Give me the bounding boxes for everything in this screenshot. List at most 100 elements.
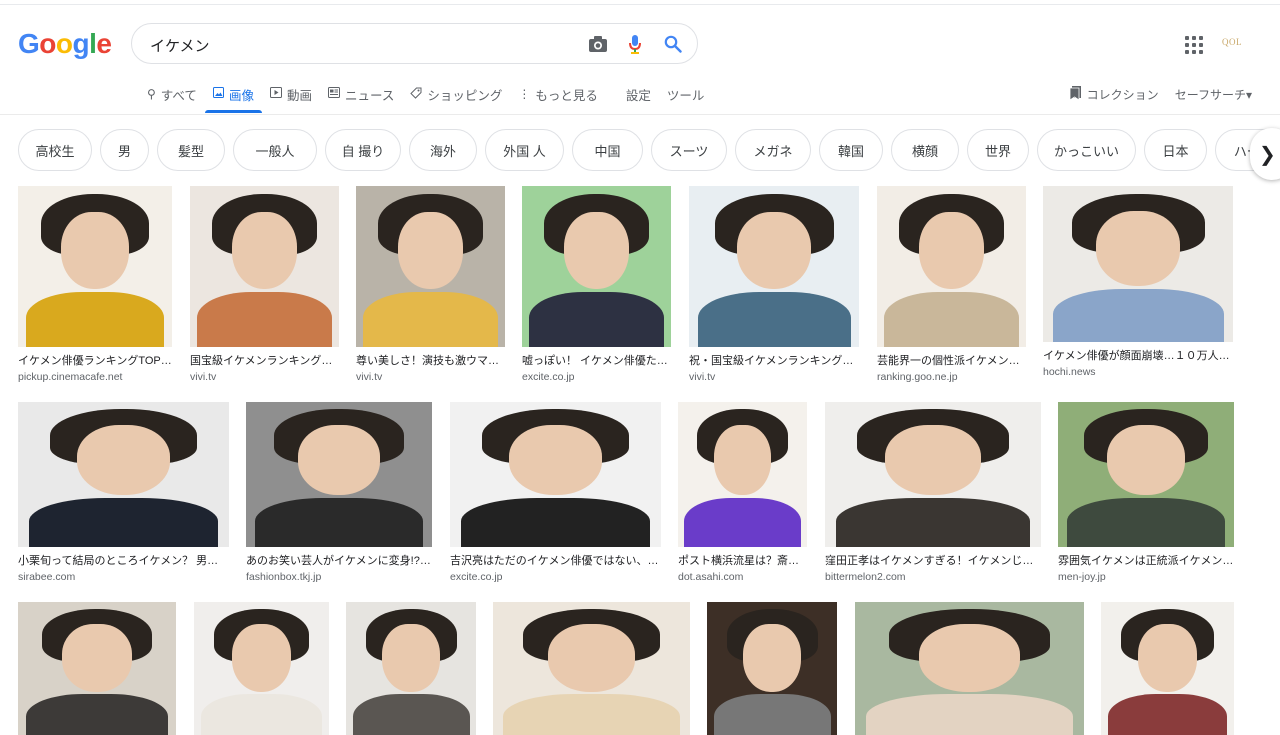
search-input[interactable]: イケメン [150, 35, 210, 56]
chip-related-search[interactable]: 韓国 [819, 129, 883, 171]
microphone-icon[interactable] [625, 34, 645, 54]
result-caption[interactable]: イケメン俳優が顔面崩壊…１０万人に１人… [1043, 349, 1233, 363]
result-thumbnail[interactable] [689, 186, 859, 347]
result-thumbnail[interactable] [194, 602, 329, 735]
tab-videos[interactable]: 動画 [269, 84, 312, 104]
result-caption[interactable]: 窪田正孝はイケメンすぎる！イケメンじ… [825, 554, 1041, 568]
thumbnail-figure-face [77, 425, 170, 495]
image-result[interactable]: あのお笑い芸人がイケメンに変身!?… fashionbox.tkj.jp [246, 402, 432, 584]
result-thumbnail[interactable] [877, 186, 1026, 347]
result-thumbnail[interactable] [493, 602, 690, 735]
chip-related-search[interactable]: 自 撮り [325, 129, 401, 171]
image-result[interactable] [346, 602, 476, 735]
result-caption[interactable]: 雰囲気イケメンは正統派イケメンより… [1058, 554, 1234, 568]
result-domain: vivi.tv [190, 371, 217, 383]
chip-related-search[interactable]: メガネ [735, 129, 811, 171]
tab-shopping[interactable]: ショッピング [410, 84, 502, 104]
result-thumbnail[interactable] [1058, 402, 1234, 547]
apps-grid-icon[interactable] [1185, 36, 1203, 54]
chip-related-search[interactable]: 中国 [572, 129, 643, 171]
result-thumbnail[interactable] [190, 186, 339, 347]
account-avatar[interactable]: QOL [1222, 37, 1242, 47]
image-result[interactable]: 吉沢亮はただのイケメン俳優ではない、… excite.co.jp [450, 402, 661, 584]
google-logo[interactable]: Google [18, 28, 112, 60]
image-result[interactable]: 小栗旬って結局のところイケメン？ 男… sirabee.com [18, 402, 229, 584]
result-domain: dot.asahi.com [678, 571, 744, 583]
image-result[interactable]: イケメン俳優が顔面崩壊…１０万人に１人… hochi.news [1043, 186, 1233, 379]
tools-link[interactable]: ツール [667, 84, 705, 104]
result-thumbnail[interactable] [18, 186, 172, 347]
safesearch-dropdown[interactable]: セーフサーチ▾ [1175, 86, 1252, 103]
result-thumbnail[interactable] [522, 186, 671, 347]
chip-related-search[interactable]: 外国 人 [485, 129, 564, 171]
result-domain: hochi.news [1043, 366, 1096, 378]
result-caption[interactable]: あのお笑い芸人がイケメンに変身!?… [246, 554, 432, 568]
chip-related-search[interactable]: 一般人 [233, 129, 317, 171]
result-thumbnail[interactable] [1101, 602, 1234, 735]
search-box[interactable]: イケメン [131, 23, 698, 64]
chip-related-search[interactable]: 男 [100, 129, 149, 171]
result-thumbnail[interactable] [450, 402, 661, 547]
result-caption[interactable]: 尊い美しさ！演技も激ウマ… [356, 354, 505, 368]
related-search-chips: 高校生男髪型 一般人自 撮り 海外 外国 人中国 スーツ メガネ 韓国 横顔 世界 かっこいい 日本… [18, 129, 1280, 171]
image-result[interactable] [1101, 602, 1234, 735]
result-caption[interactable]: 国宝級イケメンランキング… [190, 354, 339, 368]
result-caption[interactable]: 嘘っぽい！ イケメン俳優た… [522, 354, 671, 368]
thumbnail-figure-body [1066, 497, 1226, 547]
image-result[interactable]: ポスト横浜流星は？斎… dot.asahi.com [678, 402, 807, 584]
image-result[interactable]: 雰囲気イケメンは正統派イケメンより… men-joy.jp [1058, 402, 1234, 584]
tab-more[interactable]: ⋮ もっと見る [518, 84, 598, 104]
chip-related-search[interactable]: スーツ [651, 129, 727, 171]
result-caption[interactable]: 芸能界一の個性派イケメン… [877, 354, 1026, 368]
thumbnail-figure-face [298, 425, 380, 495]
result-thumbnail[interactable] [18, 602, 176, 735]
image-result[interactable]: 祝・国宝級イケメンランキング… vivi.tv [689, 186, 859, 384]
chip-related-search[interactable]: 横顔 [891, 129, 959, 171]
result-thumbnail[interactable] [678, 402, 807, 547]
camera-icon[interactable] [588, 34, 608, 54]
tab-news[interactable]: ニュース [327, 84, 394, 104]
thumbnail-figure-body [684, 497, 801, 547]
thumbnail-figure-face [61, 211, 129, 290]
image-result[interactable]: イケメン俳優ランキングTOP… pickup.cinemacafe.net [18, 186, 172, 384]
logo-letter: o [55, 28, 73, 59]
result-thumbnail[interactable] [356, 186, 505, 347]
search-icon[interactable] [663, 34, 683, 54]
image-result[interactable] [855, 602, 1084, 735]
logo-letter: l [89, 28, 97, 59]
result-thumbnail[interactable] [246, 402, 432, 547]
image-result[interactable]: 芸能界一の個性派イケメン… ranking.goo.ne.jp [877, 186, 1026, 384]
chip-related-search[interactable]: 海外 [409, 129, 477, 171]
chip-related-search[interactable]: 世界 [967, 129, 1029, 171]
image-result[interactable] [493, 602, 690, 735]
chevron-right-icon[interactable]: ❯ [1250, 128, 1280, 180]
chip-related-search[interactable]: かっこいい [1037, 129, 1136, 171]
tab-images[interactable]: 画像 [204, 84, 262, 113]
result-thumbnail[interactable] [1043, 186, 1233, 342]
result-caption[interactable]: 祝・国宝級イケメンランキング… [689, 354, 859, 368]
thumbnail-figure-body [255, 497, 423, 547]
result-thumbnail[interactable] [825, 402, 1041, 547]
result-thumbnail[interactable] [346, 602, 476, 735]
collection-link[interactable]: コレクション [1069, 86, 1159, 103]
video-icon [269, 87, 282, 101]
image-result[interactable] [18, 602, 176, 735]
result-thumbnail[interactable] [855, 602, 1084, 735]
chip-related-search[interactable]: 日本 [1144, 129, 1207, 171]
result-caption[interactable]: 吉沢亮はただのイケメン俳優ではない、… [450, 554, 661, 568]
image-result[interactable]: 嘘っぽい！ イケメン俳優た… excite.co.jp [522, 186, 671, 384]
tab-all[interactable]: ⚲ すべて [147, 84, 197, 104]
result-caption[interactable]: イケメン俳優ランキングTOP… [18, 354, 172, 368]
image-result[interactable]: 尊い美しさ！演技も激ウマ… vivi.tv [356, 186, 505, 384]
image-result[interactable] [707, 602, 837, 735]
chip-related-search[interactable]: 高校生 [18, 129, 92, 171]
result-caption[interactable]: 小栗旬って結局のところイケメン？ 男… [18, 554, 229, 568]
settings-link[interactable]: 設定 [626, 84, 651, 104]
result-thumbnail[interactable] [18, 402, 229, 547]
image-result[interactable] [194, 602, 329, 735]
result-caption[interactable]: ポスト横浜流星は？斎… [678, 554, 807, 568]
image-result[interactable]: 国宝級イケメンランキング… vivi.tv [190, 186, 339, 384]
chip-related-search[interactable]: 髪型 [157, 129, 225, 171]
result-thumbnail[interactable] [707, 602, 837, 735]
image-result[interactable]: 窪田正孝はイケメンすぎる！イケメンじ… bittermelon2.com [825, 402, 1041, 584]
